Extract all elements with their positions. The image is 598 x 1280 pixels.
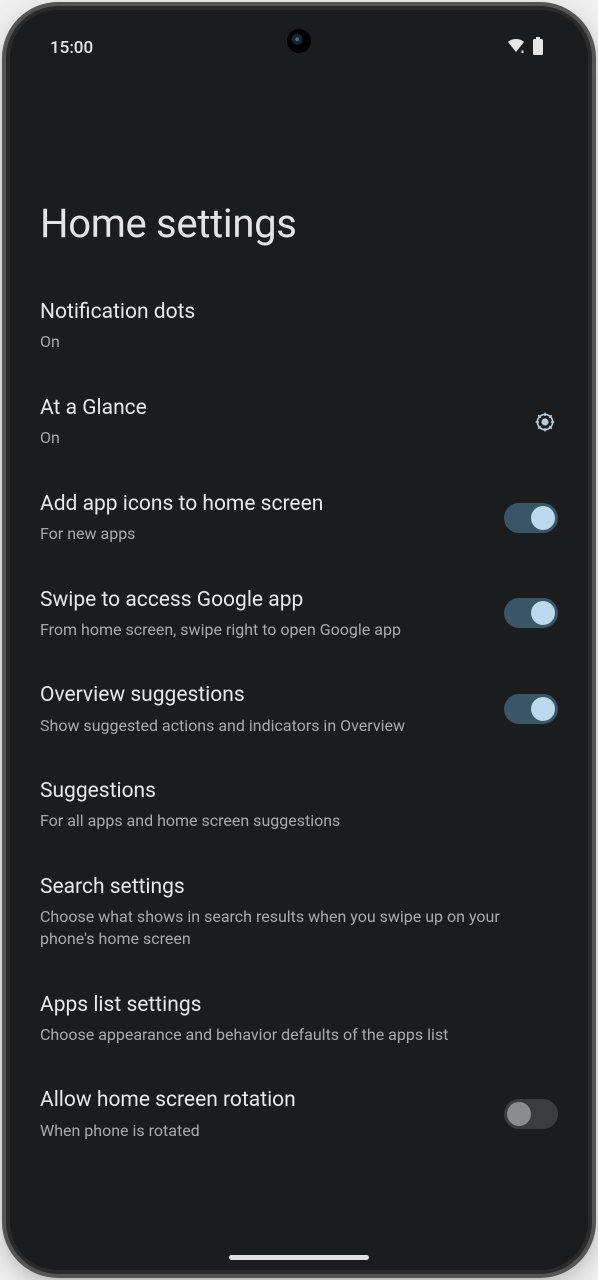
gear-icon[interactable] — [532, 409, 558, 435]
row-title: Notification dots — [40, 299, 542, 325]
status-time: 15:00 — [50, 38, 93, 58]
row-search-settings[interactable]: Search settings Choose what shows in sea… — [40, 874, 558, 949]
row-sub: From home screen, swipe right to open Go… — [40, 619, 488, 641]
row-text: Swipe to access Google app From home scr… — [40, 587, 504, 641]
toggle-swipe-google[interactable] — [504, 598, 558, 628]
row-title: Suggestions — [40, 778, 542, 804]
row-text: Notification dots On — [40, 299, 558, 353]
row-suggestions[interactable]: Suggestions For all apps and home screen… — [40, 778, 558, 832]
nav-handle[interactable] — [229, 1255, 369, 1260]
row-notification-dots[interactable]: Notification dots On — [40, 299, 558, 353]
row-text: Allow home screen rotation When phone is… — [40, 1087, 504, 1141]
row-title: Apps list settings — [40, 992, 542, 1018]
row-text: Suggestions For all apps and home screen… — [40, 778, 558, 832]
row-swipe-google[interactable]: Swipe to access Google app From home scr… — [40, 587, 558, 641]
row-sub: Show suggested actions and indicators in… — [40, 715, 488, 737]
row-allow-rotation[interactable]: Allow home screen rotation When phone is… — [40, 1087, 558, 1141]
row-title: Allow home screen rotation — [40, 1087, 488, 1113]
toggle-overview-suggestions[interactable] — [504, 694, 558, 724]
row-title: Search settings — [40, 874, 542, 900]
row-at-a-glance[interactable]: At a Glance On — [40, 395, 558, 449]
row-text: Search settings Choose what shows in sea… — [40, 874, 558, 949]
content[interactable]: Home settings Notification dots On At a … — [10, 70, 588, 1270]
row-sub: For all apps and home screen suggestions — [40, 810, 542, 832]
row-text: At a Glance On — [40, 395, 532, 449]
row-title: Swipe to access Google app — [40, 587, 488, 613]
row-sub: For new apps — [40, 523, 488, 545]
phone-frame: 15:00 Home settings Notification dots On… — [10, 10, 588, 1270]
row-title: Add app icons to home screen — [40, 491, 488, 517]
status-icons — [506, 37, 544, 60]
status-bar: 15:00 — [10, 34, 588, 62]
row-sub: On — [40, 427, 516, 449]
toggle-add-app-icons[interactable] — [504, 503, 558, 533]
row-text: Add app icons to home screen For new app… — [40, 491, 504, 545]
row-sub: On — [40, 331, 542, 353]
row-overview-suggestions[interactable]: Overview suggestions Show suggested acti… — [40, 682, 558, 736]
wifi-icon — [506, 38, 526, 59]
row-title: Overview suggestions — [40, 682, 488, 708]
row-apps-list-settings[interactable]: Apps list settings Choose appearance and… — [40, 992, 558, 1046]
row-sub: Choose appearance and behavior defaults … — [40, 1024, 542, 1046]
row-text: Apps list settings Choose appearance and… — [40, 992, 558, 1046]
row-sub: When phone is rotated — [40, 1120, 488, 1142]
row-text: Overview suggestions Show suggested acti… — [40, 682, 504, 736]
row-title: At a Glance — [40, 395, 516, 421]
page-title: Home settings — [40, 200, 558, 247]
toggle-allow-rotation[interactable] — [504, 1099, 558, 1129]
row-add-app-icons[interactable]: Add app icons to home screen For new app… — [40, 491, 558, 545]
battery-icon — [532, 37, 544, 60]
row-sub: Choose what shows in search results when… — [40, 906, 542, 949]
